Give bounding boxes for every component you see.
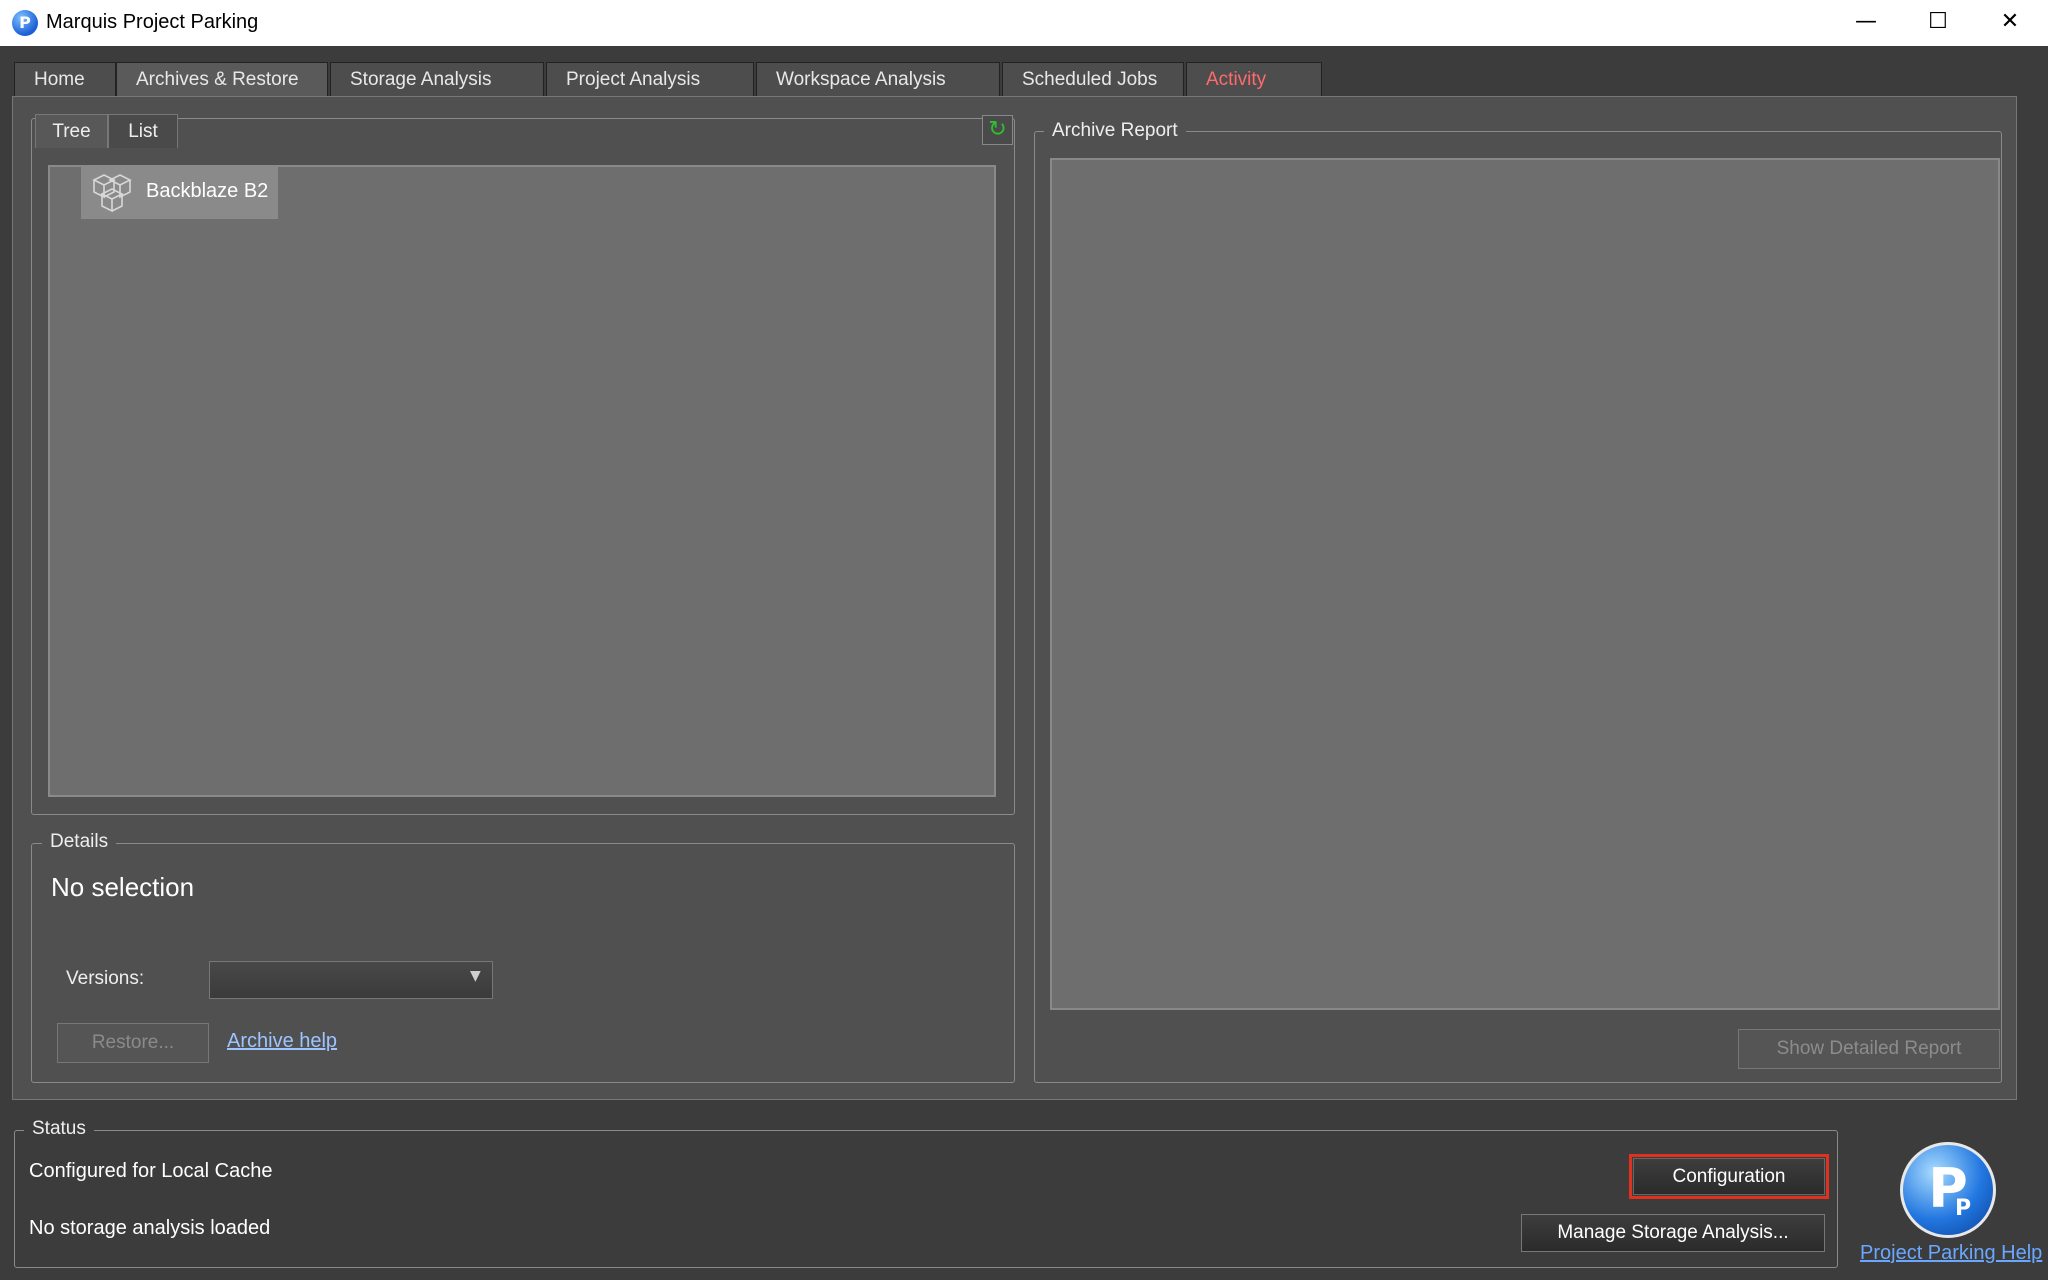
- close-button[interactable]: ✕: [1974, 0, 2046, 46]
- restore-button[interactable]: Restore...: [57, 1023, 209, 1063]
- window-title: Marquis Project Parking: [46, 11, 259, 33]
- details-legend: Details: [42, 831, 117, 853]
- chevron-down-icon[interactable]: ▼: [470, 968, 481, 984]
- storage-cube-icon: [92, 174, 132, 213]
- selection-text: No selection: [51, 872, 195, 902]
- status-legend: Status: [24, 1118, 94, 1140]
- tab-archives-restore[interactable]: Archives & Restore: [116, 62, 328, 96]
- configuration-button[interactable]: Configuration: [1633, 1158, 1825, 1195]
- cache-status-text: Configured for Local Cache: [29, 1160, 273, 1182]
- app-logo-icon: P: [12, 10, 38, 36]
- archive-report-panel: [1050, 158, 2000, 1010]
- title-bar: [0, 0, 2048, 46]
- tree-item-label[interactable]: Backblaze B2: [146, 180, 268, 203]
- project-parking-help-link[interactable]: Project Parking Help: [1860, 1242, 2042, 1265]
- archive-report-legend: Archive Report: [1044, 120, 1186, 142]
- versions-label: Versions:: [66, 968, 145, 989]
- tab-project-analysis[interactable]: Project Analysis: [546, 62, 754, 96]
- subtab-tree[interactable]: Tree: [35, 114, 108, 148]
- storage-analysis-status-text: No storage analysis loaded: [29, 1217, 271, 1239]
- maximize-button[interactable]: ☐: [1902, 0, 1974, 46]
- minimize-button[interactable]: —: [1830, 0, 1902, 46]
- refresh-icon[interactable]: ↻: [982, 115, 1013, 145]
- tab-activity[interactable]: Activity: [1186, 62, 1322, 96]
- tab-home[interactable]: Home: [14, 62, 116, 96]
- show-detailed-report-button[interactable]: Show Detailed Report: [1738, 1029, 2000, 1069]
- archive-tree[interactable]: [48, 165, 996, 797]
- tab-scheduled-jobs[interactable]: Scheduled Jobs: [1002, 62, 1184, 96]
- tab-workspace-analysis[interactable]: Workspace Analysis: [756, 62, 1000, 96]
- subtab-list[interactable]: List: [108, 114, 178, 148]
- tab-storage-analysis[interactable]: Storage Analysis: [330, 62, 544, 96]
- versions-dropdown[interactable]: [209, 961, 493, 999]
- project-parking-logo-p-icon: P: [1955, 1196, 1972, 1221]
- archive-help-link[interactable]: Archive help: [227, 1030, 337, 1053]
- project-parking-logo-icon[interactable]: P: [1900, 1142, 1996, 1238]
- manage-storage-analysis-button[interactable]: Manage Storage Analysis...: [1521, 1214, 1825, 1252]
